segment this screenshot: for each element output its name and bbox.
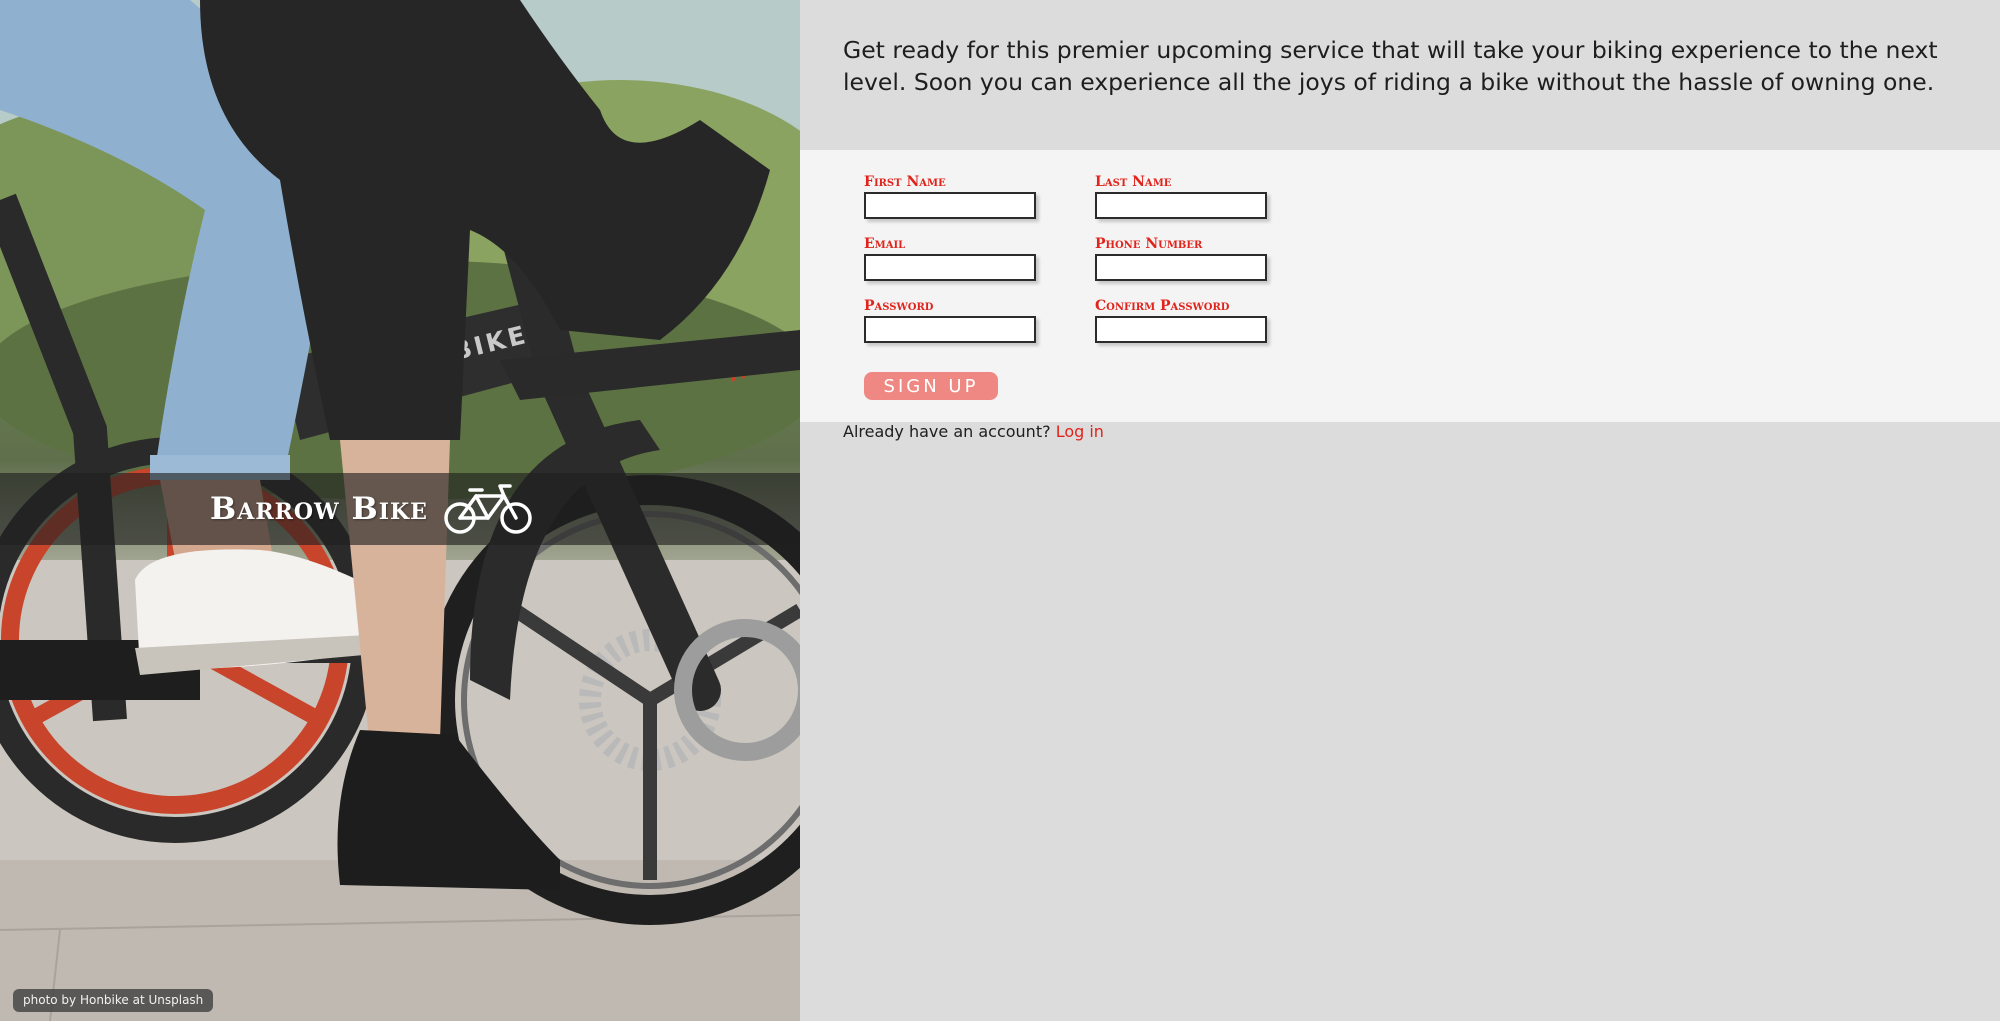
- first-name-field: First Name: [864, 174, 1036, 219]
- last-name-field: Last Name: [1095, 174, 1267, 219]
- login-prompt-text: Already have an account?: [843, 422, 1051, 441]
- photo-credit: photo by Honbike at Unsplash: [13, 989, 214, 1012]
- confirm-password-field: Confirm Password: [1095, 298, 1267, 343]
- email-input[interactable]: [864, 254, 1036, 281]
- phone-label: Phone Number: [1095, 236, 1203, 252]
- sign-up-button[interactable]: SIGN UP: [864, 372, 998, 400]
- phone-input[interactable]: [1095, 254, 1267, 281]
- confirm-password-input[interactable]: [1095, 316, 1267, 343]
- log-in-link[interactable]: Log in: [1056, 422, 1104, 441]
- last-name-input[interactable]: [1095, 192, 1267, 219]
- email-label: Email: [864, 236, 906, 252]
- hero-photo: HONBIKE HONB Barrow Bike: [0, 0, 800, 1021]
- login-prompt-row: Already have an account? Log in: [843, 422, 1104, 442]
- first-name-input[interactable]: [864, 192, 1036, 219]
- password-field: Password: [864, 298, 1036, 343]
- last-name-label: Last Name: [1095, 174, 1172, 190]
- first-name-label: First Name: [864, 174, 946, 190]
- password-input[interactable]: [864, 316, 1036, 343]
- bicycle-icon: [444, 484, 532, 534]
- email-field: Email: [864, 236, 1036, 281]
- brand-title: Barrow Bike: [210, 491, 428, 527]
- signup-form: First Name Last Name Email Phone Number …: [800, 150, 2000, 422]
- intro-text: Get ready for this premier upcoming serv…: [843, 36, 1938, 96]
- brand-banner: Barrow Bike: [0, 473, 800, 545]
- password-label: Password: [864, 298, 934, 314]
- confirm-password-label: Confirm Password: [1095, 298, 1230, 314]
- phone-field: Phone Number: [1095, 236, 1267, 281]
